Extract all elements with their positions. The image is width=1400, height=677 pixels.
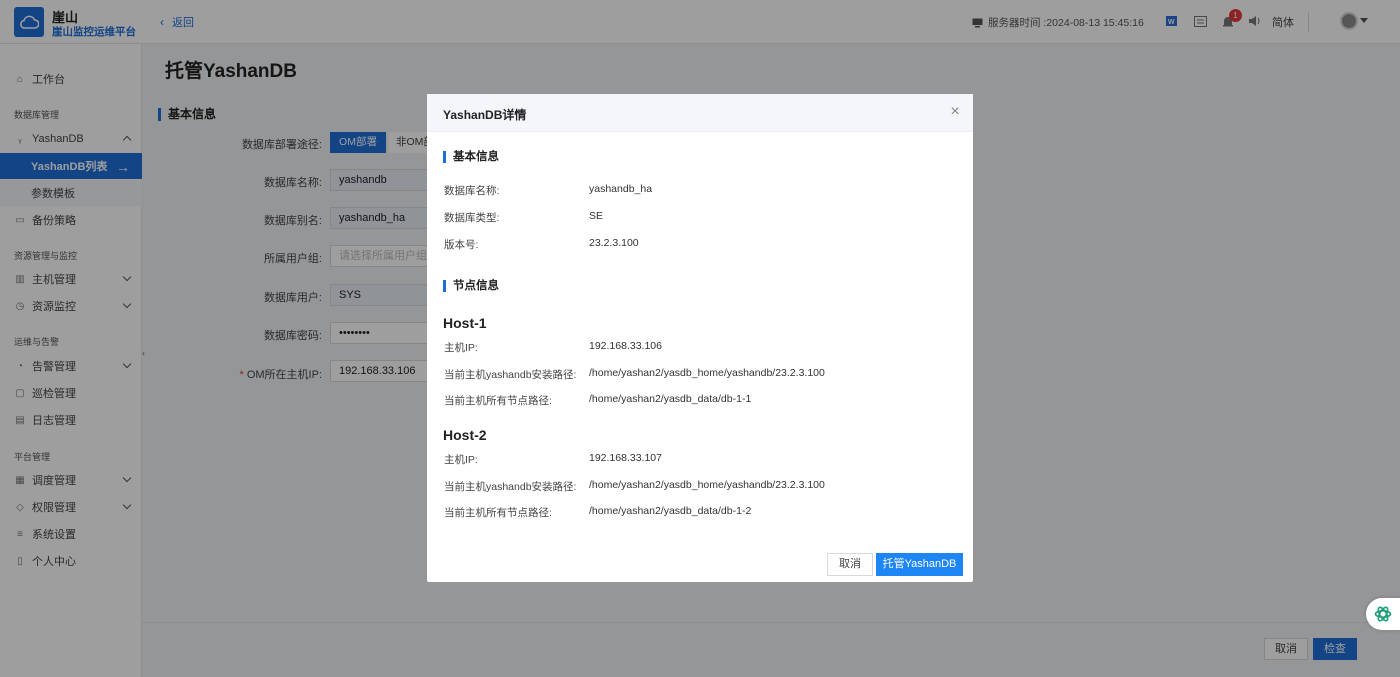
version-label: 版本号: <box>444 239 479 251</box>
host-name: Host-1 <box>443 315 487 331</box>
node-path-value: /home/yashan2/yasdb_data/db-1-2 <box>589 505 752 517</box>
install-path-label: 当前主机yashandb安装路径: <box>444 481 577 493</box>
host-ip-value: 192.168.33.107 <box>589 452 662 464</box>
node-info-section: 节点信息 <box>443 280 499 292</box>
host-ip-value: 192.168.33.106 <box>589 340 662 352</box>
db-name-label: 数据库名称: <box>444 185 500 197</box>
install-path-value: /home/yashan2/yasdb_home/yashandb/23.2.3… <box>589 367 825 379</box>
node-path-value: /home/yashan2/yasdb_data/db-1-1 <box>589 393 752 405</box>
assistant-icon <box>1374 606 1392 622</box>
host-name: Host-2 <box>443 427 487 443</box>
host-ip-label: 主机IP: <box>444 454 478 466</box>
install-path-label: 当前主机yashandb安装路径: <box>444 369 577 381</box>
modal-title: YashanDB详情 <box>443 108 527 122</box>
host-ip-label: 主机IP: <box>444 342 478 354</box>
host-yashandb-button[interactable]: 托管YashanDB <box>876 553 963 576</box>
modal-header: YashanDB详情 × <box>427 94 973 132</box>
db-type-value: SE <box>589 210 604 222</box>
install-path-value: /home/yashan2/yasdb_home/yashandb/23.2.3… <box>589 479 825 491</box>
node-path-label: 当前主机所有节点路径: <box>444 395 552 407</box>
close-icon[interactable]: × <box>948 104 962 120</box>
db-name-value: yashandb_ha <box>589 183 653 195</box>
db-type-label: 数据库类型: <box>444 212 500 224</box>
basic-info-section: 基本信息 <box>443 151 499 163</box>
version-value: 23.2.3.100 <box>589 237 639 249</box>
node-path-label: 当前主机所有节点路径: <box>444 507 552 519</box>
assistant-fab[interactable] <box>1366 598 1400 630</box>
modal-cancel-button[interactable]: 取消 <box>827 553 873 576</box>
yashandb-detail-modal: YashanDB详情 × 基本信息 数据库名称: yashandb_ha 数据库… <box>427 94 973 582</box>
